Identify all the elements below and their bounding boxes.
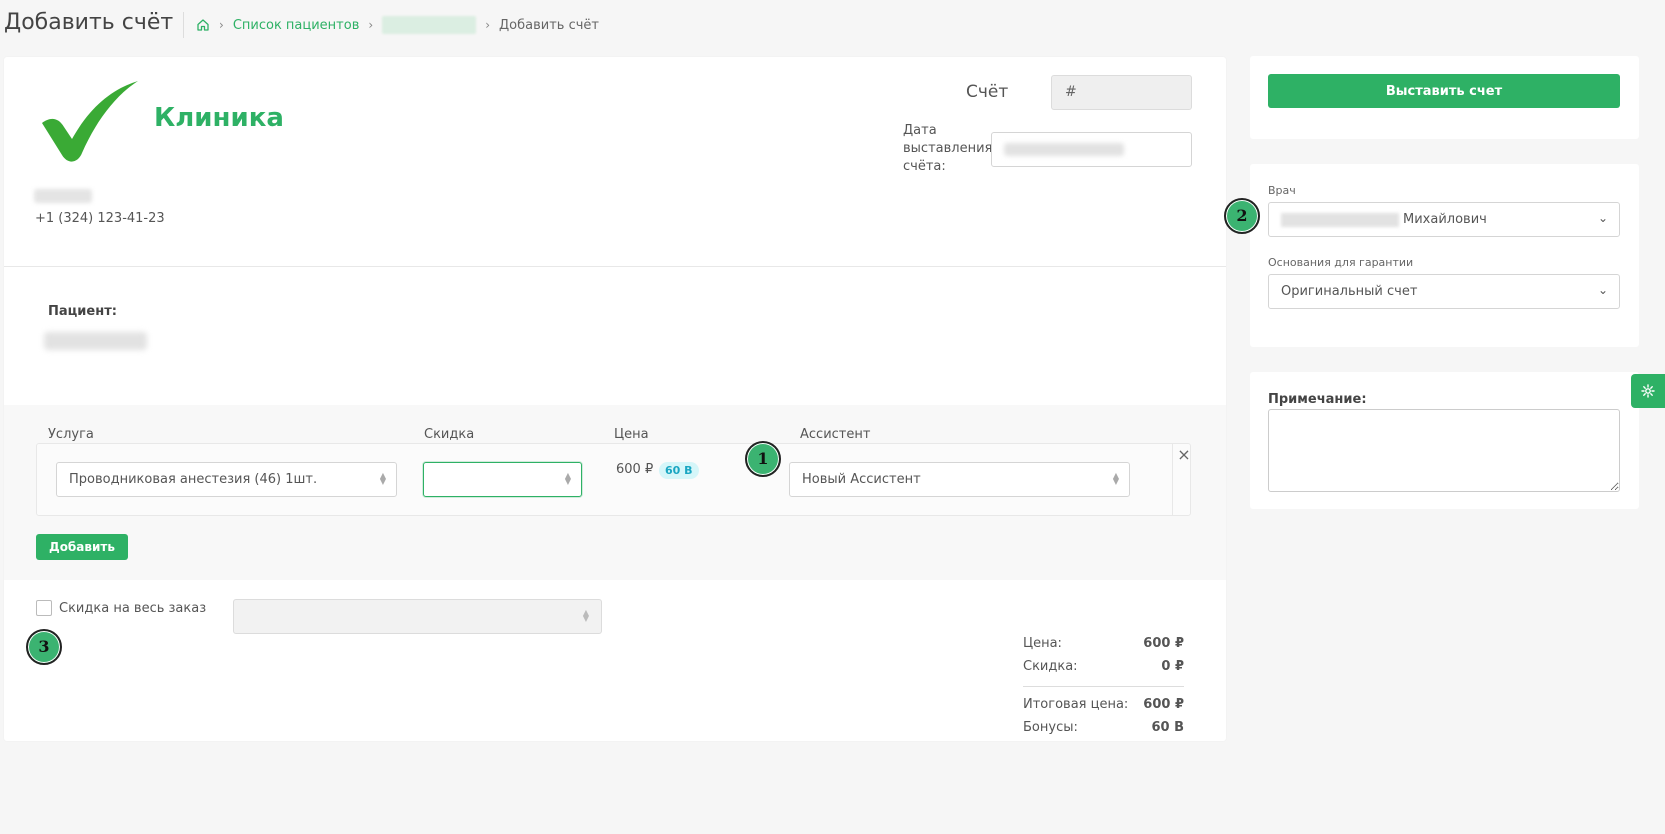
- note-textarea[interactable]: [1268, 409, 1620, 492]
- chevron-right-icon: ›: [485, 18, 490, 32]
- guarantee-select[interactable]: Оригинальный счет ⌄: [1268, 274, 1620, 309]
- clinic-name: Клиника: [154, 103, 284, 133]
- summary-bonus-value: 60 B: [1151, 720, 1184, 735]
- service-row: Проводниковая анестезия (46) 1шт. ▲ ▼ ▲ ▼ …: [36, 443, 1191, 516]
- summary-bonus-label: Бонусы:: [1023, 720, 1078, 735]
- service-column-header: Услуга: [48, 427, 94, 442]
- remove-service-close-icon[interactable]: ×: [1177, 447, 1191, 463]
- order-discount-select[interactable]: ▲ ▼: [233, 599, 602, 634]
- price-column-header: Цена: [614, 427, 649, 442]
- section-divider: [4, 266, 1226, 267]
- doctor-label: Врач: [1268, 184, 1296, 197]
- order-discount-label: Скидка на весь заказ: [59, 600, 207, 616]
- select-arrows-icon: ▲ ▼: [564, 471, 571, 486]
- order-discount-toggle[interactable]: Скидка на весь заказ: [36, 600, 206, 616]
- breadcrumb-patient-link[interactable]: [382, 16, 477, 34]
- invoice-card: Клиника +1 (324) 123-41-23 Счёт # Дата в…: [4, 57, 1226, 741]
- invoice-number-field[interactable]: #: [1051, 75, 1192, 110]
- invoice-date-field[interactable]: [991, 132, 1192, 167]
- annotation-marker-3: 3: [26, 629, 62, 665]
- service-bonus-badge: 60 B: [659, 462, 699, 479]
- doctor-select[interactable]: Михайлович ⌄: [1268, 202, 1620, 237]
- note-card: Примечание:: [1250, 372, 1639, 509]
- summary-discount-label: Скидка:: [1023, 659, 1078, 674]
- chevron-right-icon: ›: [219, 18, 224, 32]
- breadcrumb: › Список пациентов › › Добавить счёт: [196, 16, 599, 34]
- assistant-select[interactable]: Новый Ассистент ▲ ▼: [789, 462, 1130, 497]
- guarantee-label: Основания для гарантии: [1268, 256, 1414, 269]
- page-title: Добавить счёт: [4, 10, 174, 35]
- breadcrumb-patients-link[interactable]: Список пациентов: [233, 18, 360, 33]
- home-icon[interactable]: [196, 18, 210, 32]
- clinic-phone: +1 (324) 123-41-23: [35, 211, 165, 226]
- chevron-down-icon: ⌄: [1597, 283, 1608, 297]
- order-discount-checkbox[interactable]: [36, 600, 52, 616]
- summary-discount-value: 0 ₽: [1161, 659, 1184, 674]
- invoice-number-label: Счёт: [966, 82, 1009, 102]
- service-price: 600 ₽: [616, 462, 654, 477]
- doctor-name-blurred: [1281, 212, 1399, 227]
- chevron-down-icon: ⌄: [1597, 211, 1608, 225]
- row-divider: [1172, 444, 1173, 515]
- summary-total-value: 600 ₽: [1143, 697, 1184, 712]
- settings-gear-icon[interactable]: [1631, 374, 1665, 408]
- select-arrows-icon: ▲ ▼: [582, 608, 589, 623]
- assistant-column-header: Ассистент: [800, 427, 871, 442]
- chevron-right-icon: ›: [368, 18, 374, 32]
- title-divider: [183, 12, 184, 38]
- note-label: Примечание:: [1268, 392, 1367, 407]
- discount-column-header: Скидка: [424, 427, 475, 442]
- issue-invoice-card: Выставить счет: [1250, 56, 1639, 139]
- summary-price-value: 600 ₽: [1143, 636, 1184, 651]
- doctor-card: Врач Михайлович ⌄ Основания для гарантии…: [1250, 164, 1639, 347]
- clinic-logo-check-icon: [38, 77, 142, 169]
- summary-price-label: Цена:: [1023, 636, 1062, 651]
- service-select[interactable]: Проводниковая анестезия (46) 1шт. ▲ ▼: [56, 462, 397, 497]
- summary-total-label: Итоговая цена:: [1023, 697, 1129, 712]
- annotation-marker-1: 1: [745, 441, 781, 477]
- order-summary: Цена: 600 ₽ Скидка: 0 ₽ Итоговая цена: 600 …: [1023, 632, 1184, 739]
- invoice-date-label: Дата выставления счёта:: [903, 123, 993, 174]
- patient-label: Пациент:: [48, 304, 117, 319]
- add-service-button[interactable]: Добавить: [36, 534, 128, 560]
- breadcrumb-current: Добавить счёт: [499, 17, 599, 33]
- select-arrows-icon: ▲ ▼: [1112, 471, 1119, 486]
- patient-name: [44, 332, 147, 350]
- annotation-marker-2: 2: [1224, 198, 1260, 234]
- services-section: Услуга Скидка Цена Ассистент Проводников…: [4, 405, 1226, 580]
- issue-invoice-button[interactable]: Выставить счет: [1268, 74, 1620, 108]
- clinic-address: [34, 189, 92, 203]
- summary-divider: [1023, 686, 1184, 687]
- select-arrows-icon: ▲ ▼: [379, 471, 386, 486]
- discount-select[interactable]: ▲ ▼: [423, 462, 582, 497]
